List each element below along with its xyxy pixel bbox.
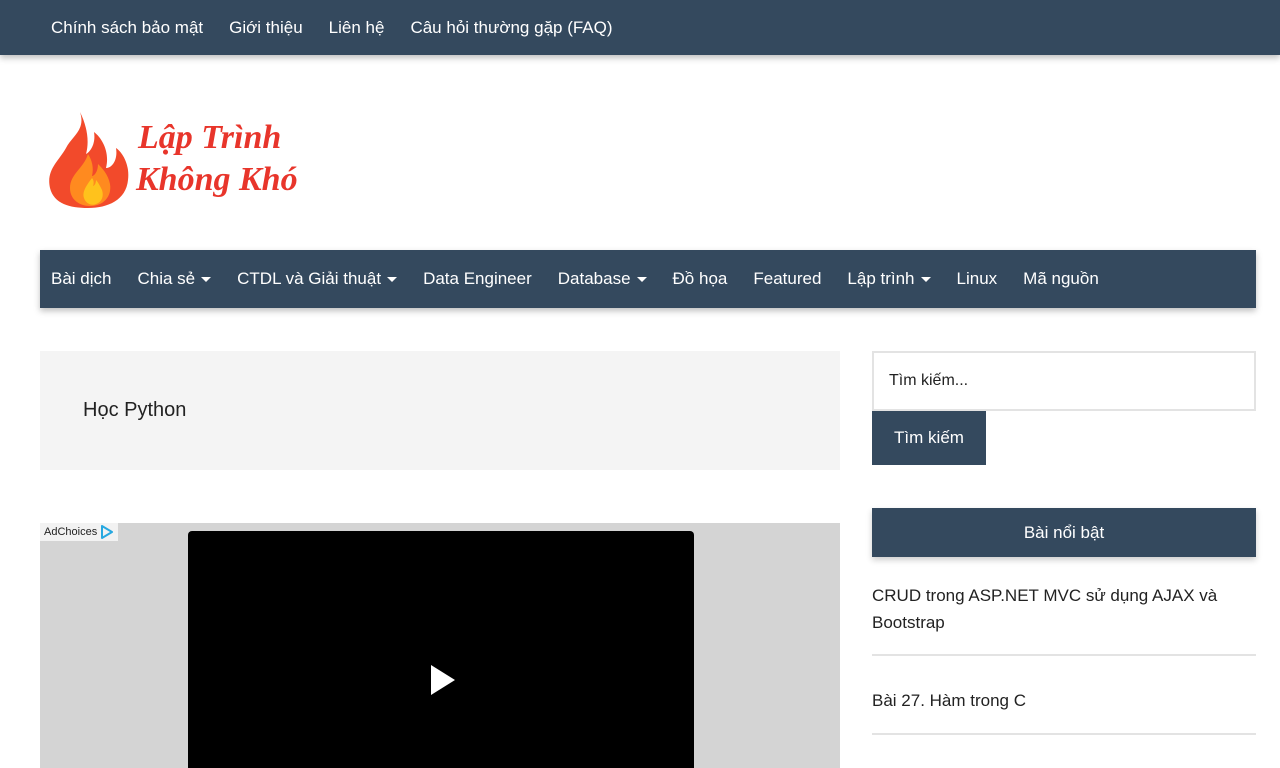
nav-item-dsa[interactable]: CTDL và Giải thuật xyxy=(237,269,398,289)
top-navbar: Chính sách bảo mật Giới thiệu Liên hệ Câ… xyxy=(0,0,1280,55)
adchoices-icon xyxy=(101,525,114,539)
nav-item-programming[interactable]: Lập trình xyxy=(847,269,931,289)
nav-item-translations[interactable]: Bài dịch xyxy=(51,269,111,289)
advertisement: AdChoices xyxy=(40,523,840,768)
divider xyxy=(872,733,1256,735)
nav-label: CTDL và Giải thuật xyxy=(237,269,382,288)
svg-text:Không Khó: Không Khó xyxy=(135,161,298,198)
top-nav-privacy[interactable]: Chính sách bảo mật xyxy=(51,18,203,38)
nav-label: Lập trình xyxy=(847,269,915,288)
nav-label: Bài dịch xyxy=(51,269,112,288)
nav-label: Data Engineer xyxy=(423,269,532,288)
play-icon[interactable] xyxy=(431,665,455,695)
nav-label: Đồ họa xyxy=(672,269,728,288)
nav-label: Chia sẻ xyxy=(137,269,196,288)
nav-label: Mã nguồn xyxy=(1023,269,1099,288)
flame-logo-icon: Lập Trình Không Khó xyxy=(49,112,298,208)
adchoices-badge[interactable]: AdChoices xyxy=(40,523,119,541)
nav-item-share[interactable]: Chia sẻ xyxy=(137,269,212,289)
adchoices-label: AdChoices xyxy=(44,526,98,538)
top-nav-faq[interactable]: Câu hỏi thường gặp (FAQ) xyxy=(410,18,612,38)
nav-item-featured[interactable]: Featured xyxy=(753,269,821,289)
nav-label: Featured xyxy=(753,269,822,288)
caret-down-icon xyxy=(920,276,931,282)
featured-post-link[interactable]: CRUD trong ASP.NET MVC sử dụng AJAX và B… xyxy=(872,582,1256,636)
main-navbar: Bài dịch Chia sẻ CTDL và Giải thuật Data… xyxy=(40,250,1256,308)
svg-text:Lập Trình: Lập Trình xyxy=(137,119,281,156)
top-nav-about[interactable]: Giới thiệu xyxy=(229,18,303,38)
nav-item-data-engineer[interactable]: Data Engineer xyxy=(423,269,532,289)
nav-item-graphics[interactable]: Đồ họa xyxy=(673,269,728,289)
nav-item-linux[interactable]: Linux xyxy=(957,269,998,289)
featured-posts-title: Bài nổi bật xyxy=(872,508,1256,557)
caret-down-icon xyxy=(636,276,647,282)
page-title: Học Python xyxy=(83,399,187,421)
ad-video-player[interactable] xyxy=(188,531,694,768)
site-logo[interactable]: Lập Trình Không Khó xyxy=(46,108,326,210)
search-input[interactable] xyxy=(872,351,1256,411)
nav-item-database[interactable]: Database xyxy=(558,269,647,289)
page-header: Học Python xyxy=(40,351,840,470)
featured-post-link[interactable]: Bài 27. Hàm trong C xyxy=(872,687,1256,714)
nav-item-source-code[interactable]: Mã nguồn xyxy=(1023,269,1099,289)
nav-label: Database xyxy=(557,269,631,288)
search-button[interactable]: Tìm kiếm xyxy=(872,411,986,465)
nav-label: Linux xyxy=(956,269,998,288)
divider xyxy=(872,654,1256,656)
caret-down-icon xyxy=(387,276,398,282)
top-nav-contact[interactable]: Liên hệ xyxy=(329,18,385,38)
caret-down-icon xyxy=(201,276,212,282)
